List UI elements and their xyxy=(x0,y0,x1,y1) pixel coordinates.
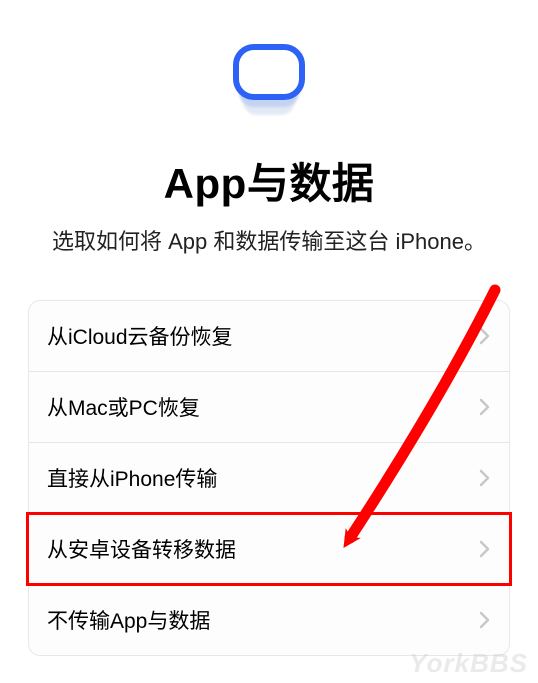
option-label: 从Mac或PC恢复 xyxy=(47,392,200,422)
option-label: 直接从iPhone传输 xyxy=(47,463,217,493)
chevron-right-icon xyxy=(479,611,491,629)
option-move-from-android[interactable]: 从安卓设备转移数据 xyxy=(29,514,509,585)
chevron-right-icon xyxy=(479,540,491,558)
page-subtitle: 选取如何将 App 和数据传输至这台 iPhone。 xyxy=(52,227,486,258)
app-data-stack-icon xyxy=(219,30,319,130)
option-restore-mac-pc[interactable]: 从Mac或PC恢复 xyxy=(29,372,509,443)
chevron-right-icon xyxy=(479,398,491,416)
option-label: 从安卓设备转移数据 xyxy=(47,534,236,564)
page-title: App与数据 xyxy=(164,150,375,211)
option-dont-transfer[interactable]: 不传输App与数据 xyxy=(29,585,509,655)
options-list: 从iCloud云备份恢复 从Mac或PC恢复 直接从iPhone传输 从安卓设备… xyxy=(28,300,510,656)
option-label: 从iCloud云备份恢复 xyxy=(47,321,233,351)
option-transfer-iphone[interactable]: 直接从iPhone传输 xyxy=(29,443,509,514)
chevron-right-icon xyxy=(479,469,491,487)
chevron-right-icon xyxy=(479,327,491,345)
option-label: 不传输App与数据 xyxy=(47,605,210,635)
option-restore-icloud[interactable]: 从iCloud云备份恢复 xyxy=(29,301,509,372)
